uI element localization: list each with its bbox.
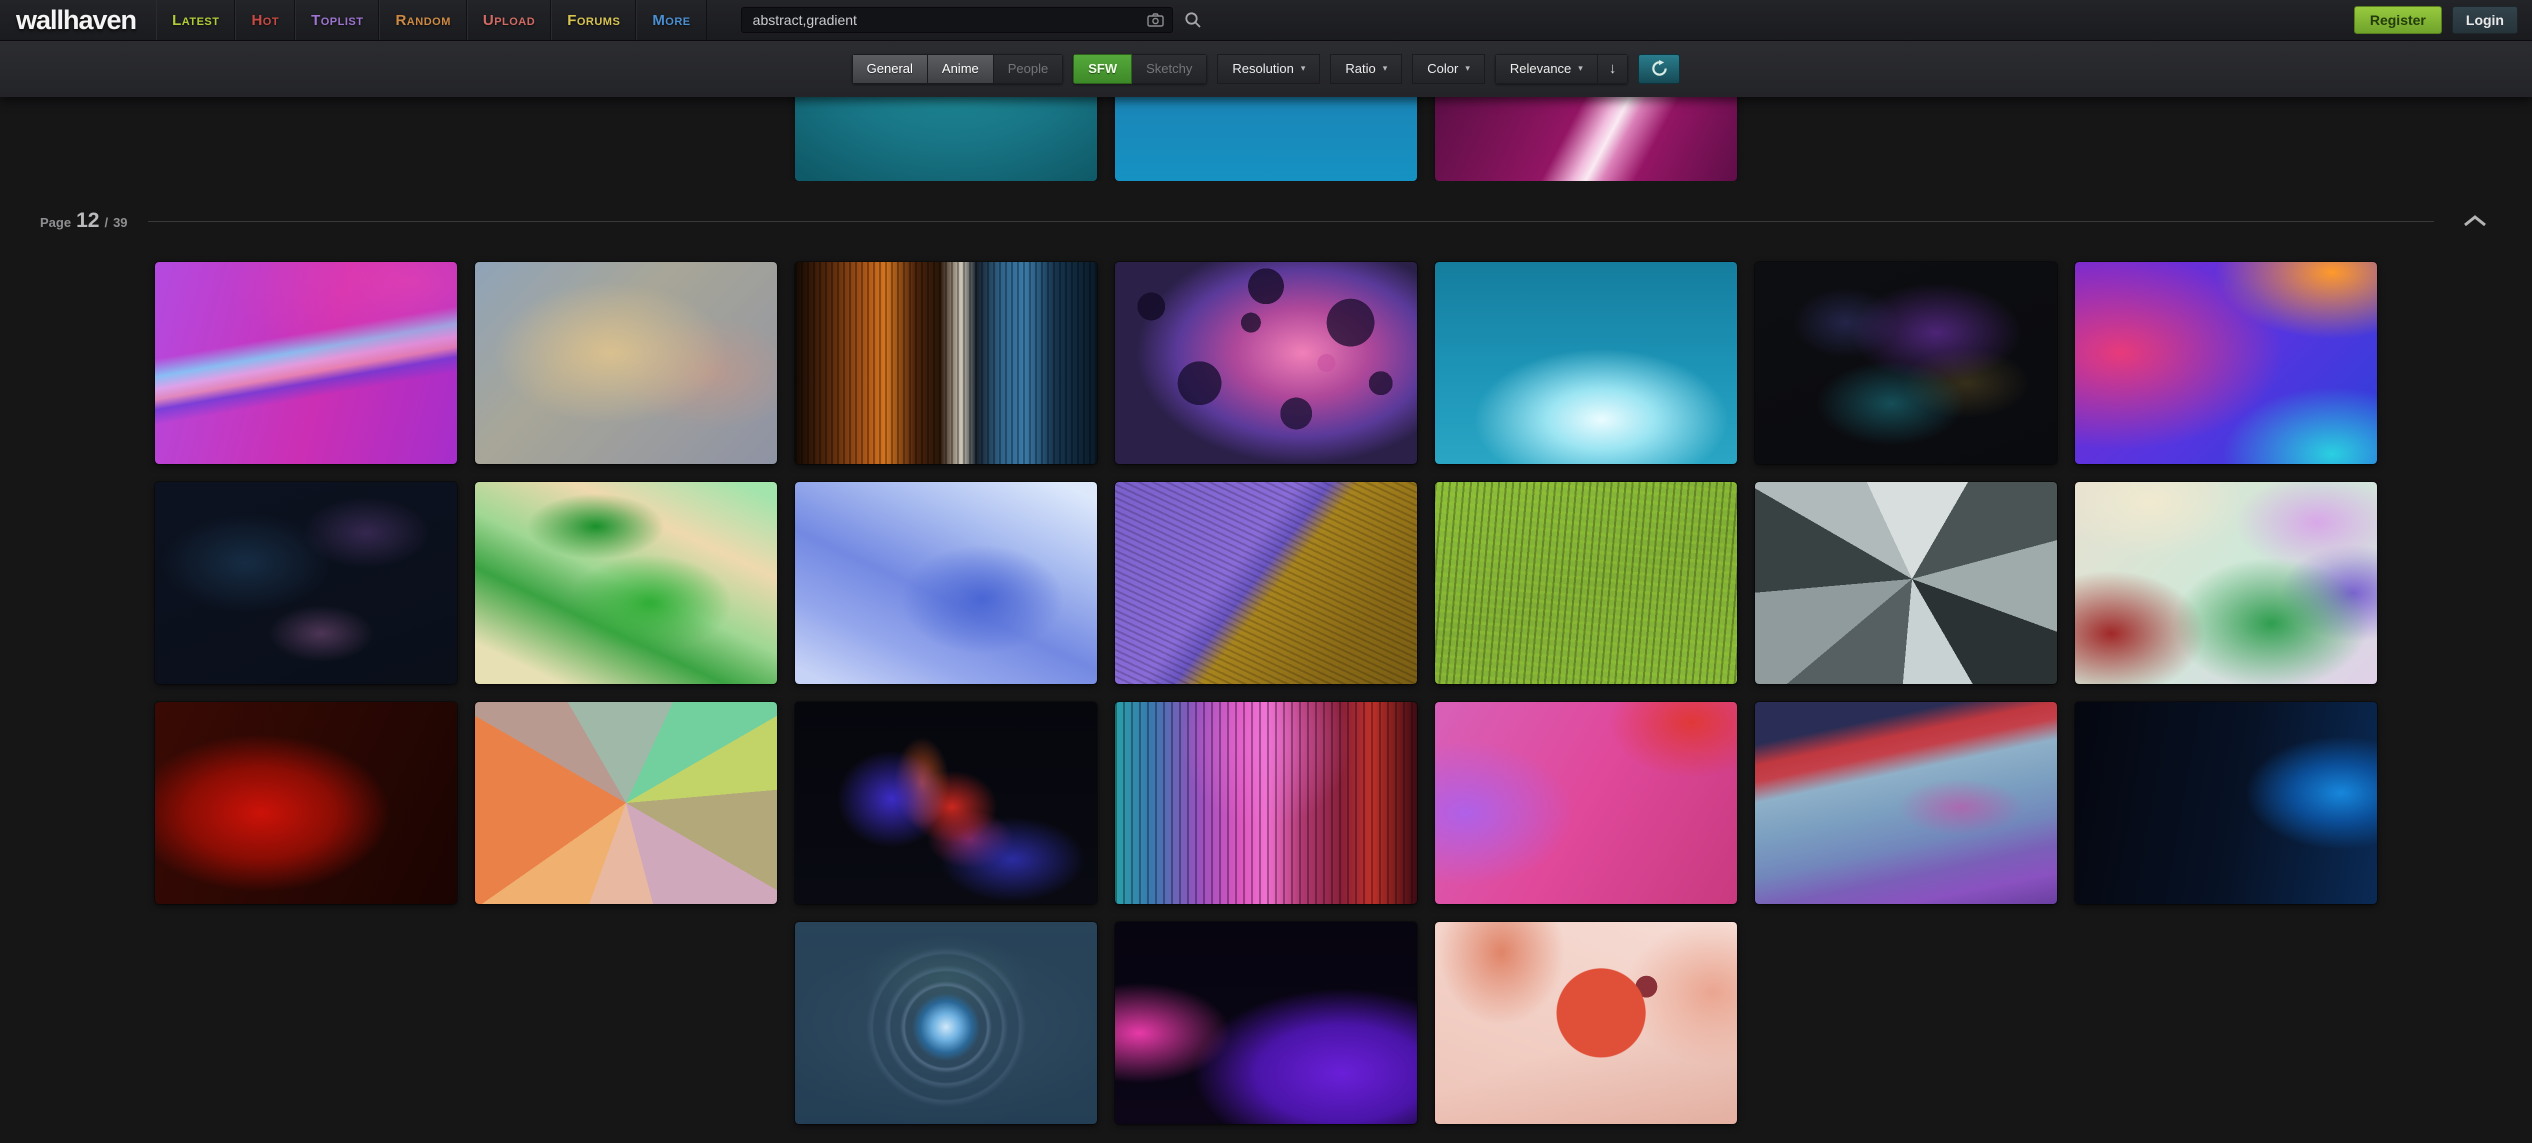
wallpaper-thumb-fractal-rings-orb[interactable] xyxy=(795,922,1097,1124)
nav-item-more[interactable]: More xyxy=(636,0,706,40)
page-indicator: Page 12 / 39 xyxy=(40,209,128,233)
wallpaper-thumb-fire-ice-streaks[interactable] xyxy=(795,262,1097,464)
sort-label: Relevance xyxy=(1510,61,1571,76)
wallpaper-thumb-green-cream-waves[interactable] xyxy=(475,482,777,684)
nav-item-toplist[interactable]: Toplist xyxy=(295,0,379,40)
wallpaper-thumb-teal-gradient[interactable] xyxy=(795,97,1097,181)
filter-bar: GeneralAnimePeople SFWSketchy Resolution… xyxy=(0,40,2532,97)
search-input[interactable] xyxy=(741,7,1173,33)
page-total: 39 xyxy=(113,215,127,230)
search-area xyxy=(741,0,1204,40)
wallpaper-thumb-green-grass-texture[interactable] xyxy=(1435,482,1737,684)
wallpaper-thumb-red-black-glow[interactable] xyxy=(155,702,457,904)
category-group: GeneralAnimePeople xyxy=(852,54,1064,84)
purity-group: SFWSketchy xyxy=(1073,54,1207,84)
nav-menu: LatestHotToplistRandomUploadForumsMore xyxy=(156,0,707,40)
category-general-button[interactable]: General xyxy=(852,54,928,84)
wallpaper-thumb-rainbow-hex-mosaic[interactable] xyxy=(1115,702,1417,904)
sort-direction-button[interactable]: ↓ xyxy=(1598,54,1629,84)
wallpaper-thumb-pink-violet-gradient[interactable] xyxy=(1435,702,1737,904)
wallpaper-thumb-bigsur-waves[interactable] xyxy=(1755,702,2057,904)
purity-sfw-button[interactable]: SFW xyxy=(1073,54,1132,84)
nav-item-upload[interactable]: Upload xyxy=(467,0,551,40)
search-button[interactable] xyxy=(1182,9,1204,31)
magnifier-icon xyxy=(1184,11,1202,29)
category-people-button[interactable]: People xyxy=(994,54,1063,84)
sort-dropdown[interactable]: Relevance ▾ xyxy=(1495,54,1598,84)
nav-item-forums[interactable]: Forums xyxy=(551,0,636,40)
nav-item-hot[interactable]: Hot xyxy=(235,0,295,40)
wallhaven-logo[interactable]: wallhaven xyxy=(0,0,156,40)
color-dropdown[interactable]: Color ▾ xyxy=(1412,54,1485,84)
register-button[interactable]: Register xyxy=(2354,6,2442,34)
wallpaper-thumb-blue-wave[interactable] xyxy=(1115,97,1417,181)
wallpaper-thumb-cyan-glow[interactable] xyxy=(1435,262,1737,464)
arrow-down-icon: ↓ xyxy=(1609,60,1617,77)
chevron-up-icon xyxy=(2462,214,2488,228)
nav-item-latest[interactable]: Latest xyxy=(156,0,235,40)
nav-item-random[interactable]: Random xyxy=(379,0,466,40)
dropdown-label: Ratio xyxy=(1345,61,1375,76)
filter-dropdowns: Resolution ▾ Ratio ▾ Color ▾ xyxy=(1217,54,1484,84)
caret-down-icon: ▾ xyxy=(1301,64,1306,73)
search-box xyxy=(741,7,1173,33)
login-button[interactable]: Login xyxy=(2452,6,2518,34)
top-navbar: wallhaven LatestHotToplistRandomUploadFo… xyxy=(0,0,2532,41)
camera-icon[interactable] xyxy=(1147,11,1165,29)
wallpaper-thumb-dark-silk-smoke[interactable] xyxy=(155,482,457,684)
wallpaper-thumb-peach-3d-shapes[interactable] xyxy=(1435,922,1737,1124)
page-word: Page xyxy=(40,215,71,230)
dropdown-label: Color xyxy=(1427,61,1458,76)
wallpaper-thumb-magenta-purple-wave[interactable] xyxy=(1115,922,1417,1124)
dropdown-label: Resolution xyxy=(1232,61,1293,76)
resolution-dropdown[interactable]: Resolution ▾ xyxy=(1217,54,1320,84)
wallpaper-thumb-purple-gold-glitch[interactable] xyxy=(1115,482,1417,684)
purity-sketchy-button[interactable]: Sketchy xyxy=(1132,54,1207,84)
category-anime-button[interactable]: Anime xyxy=(928,54,994,84)
wallpaper-thumb-rainbow-soft-blur[interactable] xyxy=(2075,482,2377,684)
caret-down-icon: ▾ xyxy=(1578,64,1583,73)
wallpaper-thumb-gray-polygon-shards[interactable] xyxy=(1755,482,2057,684)
page-divider: Page 12 / 39 xyxy=(0,204,2532,238)
previous-page-row xyxy=(0,97,2532,181)
auth-buttons: Register Login xyxy=(2354,0,2532,40)
wallpaper-thumb-dark-red-blue-curves[interactable] xyxy=(795,702,1097,904)
refresh-button[interactable] xyxy=(1638,54,1680,84)
wallpaper-thumb-pastel-conic-rays[interactable] xyxy=(475,702,777,904)
caret-down-icon: ▾ xyxy=(1383,64,1388,73)
wallpaper-thumb-magenta-light-streak[interactable] xyxy=(1435,97,1737,181)
divider-line xyxy=(148,221,2434,222)
sort-group: Relevance ▾ ↓ xyxy=(1495,54,1628,84)
page-current: 12 xyxy=(76,209,99,233)
wallpaper-thumb-deep-blue-glow[interactable] xyxy=(2075,702,2377,904)
ratio-dropdown[interactable]: Ratio ▾ xyxy=(1330,54,1402,84)
wallpaper-thumb-periwinkle-waves[interactable] xyxy=(795,482,1097,684)
caret-down-icon: ▾ xyxy=(1465,64,1470,73)
wallpaper-thumb-magenta-silk-wave[interactable] xyxy=(155,262,457,464)
wallpaper-thumb-dark-liquid-marble[interactable] xyxy=(1755,262,2057,464)
wallpaper-thumb-bokeh-circles[interactable] xyxy=(1115,262,1417,464)
wallpaper-grid xyxy=(155,262,2377,1124)
wallpaper-thumb-soft-blur-pastel[interactable] xyxy=(475,262,777,464)
refresh-icon xyxy=(1651,60,1668,77)
wallpaper-thumb-vivid-fluid-marble[interactable] xyxy=(2075,262,2377,464)
page-separator: / xyxy=(104,215,108,230)
scroll-to-top-button[interactable] xyxy=(2460,210,2490,232)
